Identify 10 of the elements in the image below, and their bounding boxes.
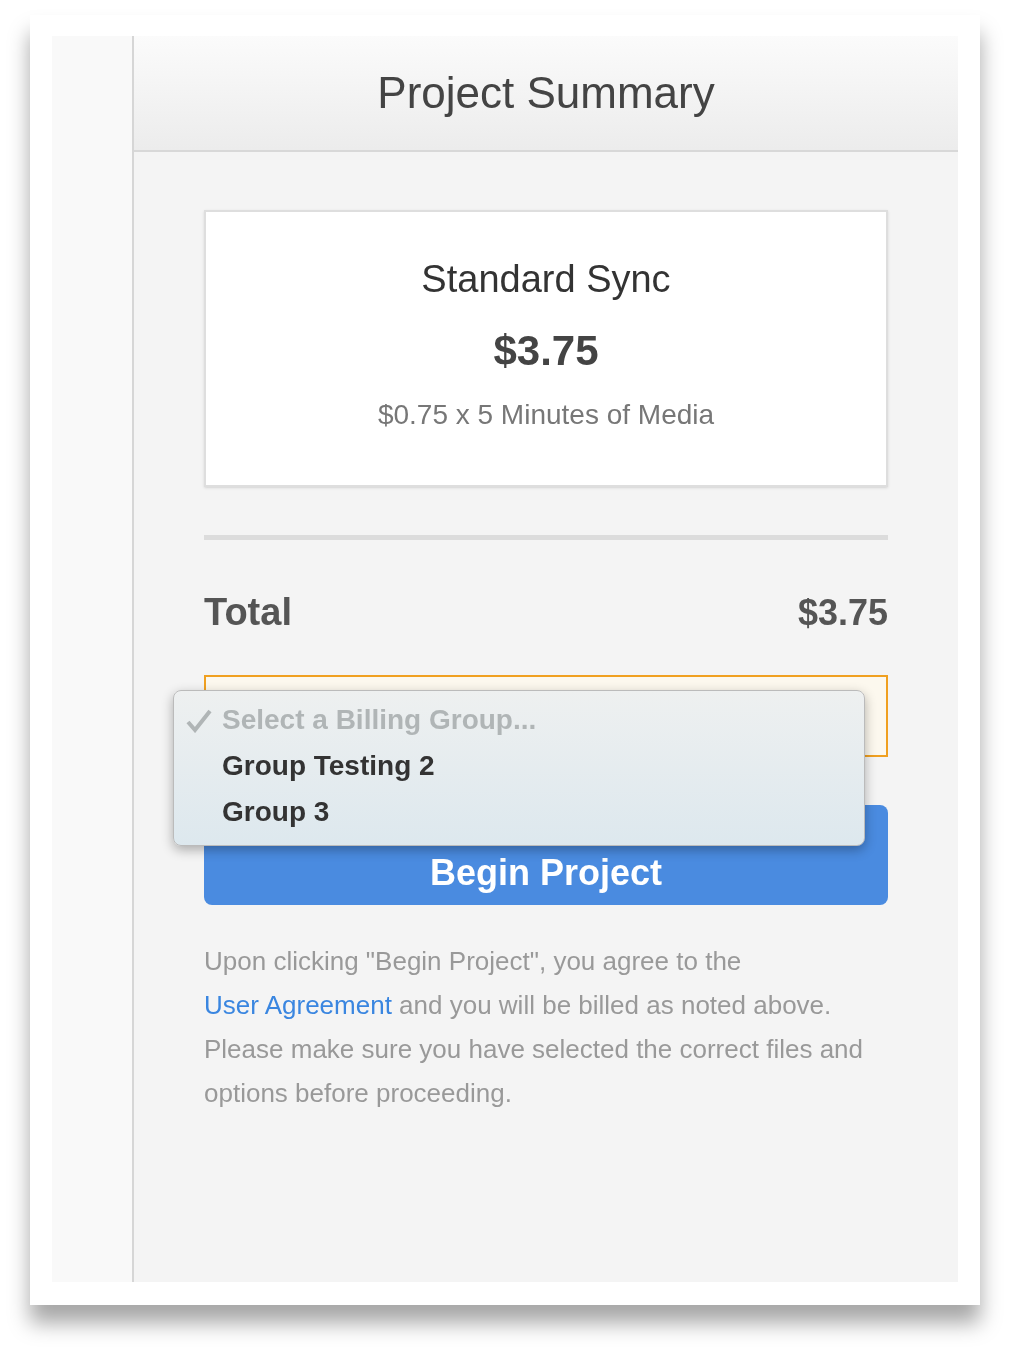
agreement-notice: Upon clicking "Begin Project", you agree to the User Agreement and you will be billed as noted above. Please make sure you have selected the correct files and options before proceeding. [204,945,865,1110]
checkmark-icon [186,709,212,733]
user-agreement-link[interactable]: User Agreement [204,990,392,1020]
total-label: Total [204,590,292,635]
plan-price: $3.75 [493,326,599,376]
total-amount: $3.75 [797,590,888,635]
plan-name: Standard Sync [421,257,671,302]
page-title: Project Summary [377,67,715,119]
price-breakdown: $0.75 x 5 Minutes of Media [377,398,715,432]
dropdown-option[interactable]: Group Testing 2 [174,743,864,789]
